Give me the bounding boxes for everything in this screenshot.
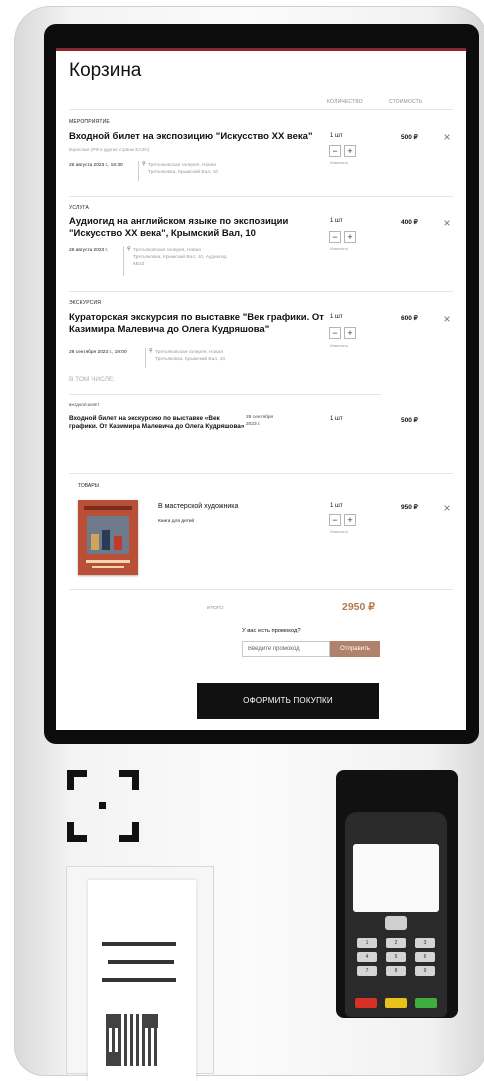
location-pin-icon: ⚲: [127, 246, 131, 252]
terminal-cancel-key: [355, 998, 377, 1008]
goods-title: В мастерской художника: [158, 503, 239, 510]
increase-quantity-button[interactable]: +: [344, 231, 356, 243]
kiosk-screen: Корзина КОЛИЧЕСТВО СТОИМОСТЬ МЕРОПРИЯТИЕ…: [56, 48, 466, 730]
location-pin-icon: ⚲: [142, 161, 146, 167]
terminal-enter-key: [415, 998, 437, 1008]
remove-item-icon[interactable]: ×: [442, 313, 452, 325]
terminal-key: 7: [357, 966, 377, 976]
item-quantity: 1 шт: [330, 314, 343, 320]
decrease-quantity-button[interactable]: −: [329, 145, 341, 157]
divider: [138, 161, 139, 181]
item-quantity: 1 шт: [330, 218, 343, 224]
change-quantity-link[interactable]: Изменить: [330, 160, 348, 165]
total-value: 2950 ₽: [342, 601, 375, 613]
terminal-key: 6: [415, 952, 435, 962]
terminal-screen: [353, 844, 439, 912]
included-label: В ТОМ ЧИСЛЕ:: [69, 376, 115, 383]
remove-item-icon[interactable]: ×: [442, 502, 452, 514]
terminal-key: 4: [357, 952, 377, 962]
item-address: Третьяковская галерея, Новая Третьяковка…: [148, 163, 219, 175]
goods-heading: ТОВАРЫ: [78, 483, 99, 489]
item-category: УСЛУГА: [69, 205, 89, 211]
screen-top-accent: [56, 48, 466, 51]
location-pin-icon: ⚲: [149, 348, 153, 354]
divider: [145, 348, 146, 368]
promo-submit-button[interactable]: Отправить: [330, 641, 380, 657]
terminal-nav-key: [385, 916, 407, 930]
item-title: Кураторская экскурсия по выставке "Век г…: [69, 312, 324, 335]
item-title: Входной билет на экспозицию "Искусство X…: [69, 131, 313, 142]
divider: [123, 246, 124, 276]
item-price: 500 ₽: [401, 134, 418, 141]
item-quantity: 1 шт: [330, 133, 343, 139]
included-item-price: 500 ₽: [401, 417, 418, 424]
item-category: МЕРОПРИЯТИЕ: [69, 119, 110, 125]
divider: [69, 109, 453, 110]
change-quantity-link[interactable]: Изменить: [330, 343, 348, 348]
increase-quantity-button[interactable]: +: [344, 327, 356, 339]
item-address: Третьяковская галерея, Новая Третьяковка…: [155, 350, 226, 362]
goods-subtitle: Книга для детей: [158, 519, 195, 524]
divider: [69, 394, 381, 395]
total-label: ИТОГО:: [207, 606, 225, 611]
payment-terminal[interactable]: 1 2 3 4 5 6 7 8 9: [345, 812, 447, 1017]
terminal-key: 1: [357, 938, 377, 948]
decrease-quantity-button[interactable]: −: [329, 514, 341, 526]
terminal-key: 8: [386, 966, 406, 976]
change-quantity-link[interactable]: Изменить: [330, 246, 348, 251]
terminal-key: 5: [386, 952, 406, 962]
decrease-quantity-button[interactable]: −: [329, 231, 341, 243]
item-quantity: 1 шт: [330, 503, 343, 509]
item-price: 600 ₽: [401, 315, 418, 322]
terminal-key: 9: [415, 966, 435, 976]
divider: [69, 589, 453, 590]
item-price: 950 ₽: [401, 504, 418, 511]
item-date: 26 августа 2023 г., 16:30: [69, 163, 123, 168]
column-header-cost: СТОИМОСТЬ: [389, 99, 423, 105]
page-title: Корзина: [69, 60, 142, 81]
terminal-clear-key: [385, 998, 407, 1008]
column-header-quantity: КОЛИЧЕСТВО: [327, 99, 363, 105]
remove-item-icon[interactable]: ×: [442, 131, 452, 143]
promo-question: У вас есть промокод?: [242, 628, 301, 634]
divider: [69, 196, 453, 197]
included-item-title: Входной билет на экскурсию по выставке «…: [69, 415, 245, 431]
remove-item-icon[interactable]: ×: [442, 217, 452, 229]
qr-code-icon: [106, 1014, 158, 1066]
included-item-category: ВХОДНОЙ БИЛЕТ: [69, 403, 100, 407]
item-address: Третьяковская галерея, Новая Третьяковка…: [133, 248, 227, 267]
promo-code-input[interactable]: [242, 641, 330, 657]
book-cover-image: [78, 500, 138, 575]
printed-receipt: [88, 880, 196, 1081]
increase-quantity-button[interactable]: +: [344, 514, 356, 526]
item-price: 400 ₽: [401, 219, 418, 226]
checkout-button[interactable]: ОФОРМИТЬ ПОКУПКИ: [197, 683, 379, 719]
divider: [69, 473, 453, 474]
item-title: Аудиогид на английском языке по экспозиц…: [69, 216, 289, 239]
item-date: 26 августа 2023 г.: [69, 248, 109, 253]
divider: [69, 291, 453, 292]
terminal-key: 2: [386, 938, 406, 948]
barcode-scanner: [67, 770, 139, 842]
terminal-key: 3: [415, 938, 435, 948]
change-quantity-link[interactable]: Изменить: [330, 529, 348, 534]
included-item-date: 28 сентября 2023 г.: [246, 415, 274, 427]
item-subtitle: Взрослые (РФ и другие страны ЕАЭС): [69, 147, 150, 152]
decrease-quantity-button[interactable]: −: [329, 327, 341, 339]
included-item-quantity: 1 шт: [330, 416, 343, 422]
item-category: ЭКСКУРСИЯ: [69, 300, 102, 306]
increase-quantity-button[interactable]: +: [344, 145, 356, 157]
item-date: 28 сентября 2023 г., 19:00: [69, 350, 127, 355]
